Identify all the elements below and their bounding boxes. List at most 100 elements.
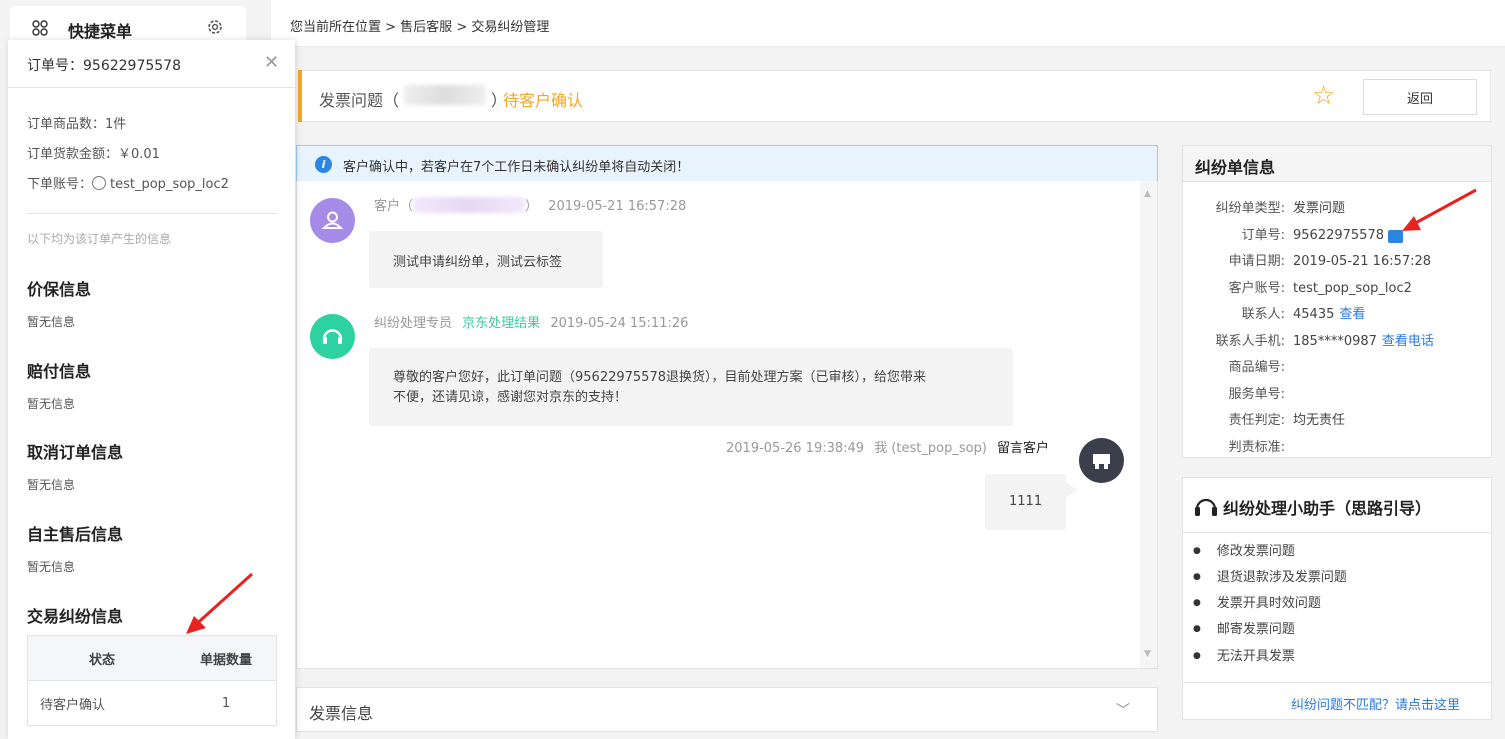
headphones-icon [1195, 498, 1217, 516]
msg2-text-line1: 尊敬的客户您好，此订单问题（95622975578退换货），目前处理方案（已审核… [393, 370, 926, 385]
account-label: 下单账号： [27, 177, 93, 192]
assist-item-0[interactable]: 修改发票问题 [1193, 540, 1295, 559]
msg2-time: 2019-05-24 15:11:26 [550, 316, 689, 331]
order-panel-header: 订单号：95622975578 ✕ [8, 40, 295, 88]
merchant-avatar [1079, 438, 1124, 483]
breadcrumb-sep: > [452, 20, 472, 35]
msg1-time: 2019-05-21 16:57:28 [548, 199, 687, 214]
row-count-link[interactable]: 1 [175, 680, 277, 726]
field-responsibility: 责任判定: 均无责任 [1228, 413, 1346, 428]
title-accent [298, 70, 302, 122]
invoice-section[interactable]: 发票信息 ﹀ [296, 687, 1158, 732]
back-button[interactable]: 返回 [1363, 79, 1477, 115]
order-number-link[interactable]: 95622975578 [1293, 223, 1384, 250]
field-phone: 联系人手机: 185****0987 查看电话 [1183, 329, 1491, 356]
field-standard: 判责标准: [1228, 439, 1285, 455]
col-status: 状态 [27, 635, 176, 681]
scroll-up-icon[interactable]: ▲ [1144, 189, 1151, 199]
view-phone-link[interactable]: 查看电话 [1382, 329, 1434, 356]
breadcrumb-current: 交易纠纷管理 [471, 20, 550, 35]
field-service-no: 服务单号: [1228, 386, 1285, 402]
msg1-bubble: 测试申请纠纷单，测试云标签 [369, 231, 603, 288]
view-contact-link[interactable]: 查看 [1339, 302, 1365, 329]
star-icon[interactable]: ☆ [1312, 81, 1335, 111]
order-amount: 订单货款金额：￥0.01 [27, 147, 160, 162]
field-account: 客户账号: test_pop_sop_loc2 [1228, 280, 1412, 296]
self-service-title: 自主售后信息 [27, 525, 124, 544]
self-service-value: 暂无信息 [27, 560, 76, 574]
msg3-time: 2019-05-26 19:38:49 [726, 441, 865, 456]
msg3-who: 我 (test_pop_sop) [874, 441, 987, 456]
assistant-header: 纠纷处理小助手（思路引导） [1183, 478, 1491, 533]
masked-name [404, 85, 486, 105]
annotation-arrow-left [186, 572, 254, 634]
msg3-action: 留言客户 [997, 441, 1050, 456]
info-icon: i [315, 156, 332, 173]
agent-avatar [310, 314, 355, 359]
field-contact: 联系人: 45435 查看 [1183, 302, 1491, 329]
dispute-info-title-left: 交易纠纷信息 [27, 607, 124, 626]
notice-text: 客户确认中，若客户在7个工作日未确认纠纷单将自动关闭！ [343, 160, 690, 175]
shop-icon [1093, 454, 1110, 469]
assist-item-1[interactable]: 退货退款涉及发票问题 [1193, 566, 1347, 585]
notice-banner: i 客户确认中，若客户在7个工作日未确认纠纷单将自动关闭！ [296, 145, 1158, 182]
field-sku: 商品编号: [1228, 360, 1285, 375]
cancel-order-title: 取消订单信息 [27, 443, 124, 462]
quick-menu-title: 快捷菜单 [68, 22, 133, 41]
msg3-text: 1111 [1009, 494, 1043, 509]
price-protect-title: 价保信息 [27, 280, 92, 299]
chat-scrollbar[interactable]: ▲ ▼ [1140, 181, 1157, 668]
order-account: 下单账号： test_pop_sop_loc2 [27, 173, 229, 192]
item-count: 订单商品数：1件 [27, 117, 127, 132]
dispute-info-title: 纠纷单信息 [1195, 158, 1276, 177]
order-number: 订单号：95622975578 [27, 58, 181, 74]
row-status: 待客户确认 [27, 680, 176, 726]
dispute-info-header: 纠纷单信息 [1183, 146, 1491, 182]
assistant-box: 纠纷处理小助手（思路引导） 修改发票问题 退货退款涉及发票问题 发票开具时效问题… [1182, 477, 1492, 720]
masked-customer [413, 197, 526, 213]
price-protect-value: 暂无信息 [27, 315, 76, 329]
msg2-text-line2: 不便，还请见谅，感谢您对京东的支持！ [393, 390, 628, 405]
msg2-sender: 纠纷处理专员 [374, 316, 453, 331]
table-row: 待客户确认 1 [27, 680, 277, 726]
dispute-type: 发票问题（ [319, 91, 400, 110]
chevron-down-icon[interactable]: ﹀ [1116, 700, 1130, 720]
user-icon [321, 211, 344, 229]
assistant-divider [1183, 682, 1491, 683]
col-count: 单据数量 [175, 635, 277, 681]
chat-icon[interactable] [92, 176, 107, 190]
close-icon[interactable]: ✕ [264, 52, 279, 73]
field-date: 申请日期: 2019-05-21 16:57:28 [1228, 254, 1432, 269]
panel-divider [27, 213, 277, 214]
breadcrumb-link-aftersale[interactable]: 售后客服 [400, 20, 452, 35]
msg1-text: 测试申请纠纷单，测试云标签 [393, 255, 563, 270]
assistant-title: 纠纷处理小助手（思路引导） [1223, 499, 1432, 518]
msg2-tag: 京东处理结果 [462, 316, 541, 331]
dispute-status: 待客户确认 [503, 91, 584, 110]
gear-icon [208, 20, 222, 34]
customer-avatar [310, 198, 355, 243]
account-value: test_pop_sop_loc2 [110, 177, 229, 192]
compensation-value: 暂无信息 [27, 397, 76, 411]
mismatch-link[interactable]: 纠纷问题不匹配？请点击这里 [1291, 694, 1460, 713]
annotation-arrow-right [1402, 188, 1477, 231]
cancel-order-value: 暂无信息 [27, 478, 76, 492]
panel-note: 以下均为该订单产生的信息 [27, 232, 172, 246]
msg1-sender: 客户（ [374, 199, 414, 214]
compensation-title: 赔付信息 [27, 362, 92, 381]
grid-icon [32, 20, 48, 36]
breadcrumb-prefix: 您当前所在位置 > [290, 20, 401, 35]
invoice-title: 发票信息 [309, 704, 374, 723]
assist-item-2[interactable]: 发票开具时效问题 [1193, 592, 1321, 611]
chat-panel[interactable]: 客户（ ） 2019-05-21 16:57:28 测试申请纠纷单，测试云标签 纠… [296, 181, 1158, 669]
headset-icon [322, 329, 343, 344]
table-header-row: 状态 单据数量 [27, 635, 277, 681]
assist-item-4[interactable]: 无法开具发票 [1193, 645, 1295, 664]
assist-item-3[interactable]: 邮寄发票问题 [1193, 618, 1295, 637]
scroll-down-icon[interactable]: ▼ [1144, 649, 1151, 659]
msg3-bubble: 1111 [985, 474, 1066, 530]
msg1-close: ） [525, 199, 539, 214]
title-bar: 发票问题（ ） 待客户确认 ☆ 返回 [298, 70, 1491, 122]
dispute-table: 状态 单据数量 待客户确认 1 [27, 635, 277, 726]
msg2-bubble: 尊敬的客户您好，此订单问题（95622975578退换货），目前处理方案（已审核… [369, 348, 1013, 426]
